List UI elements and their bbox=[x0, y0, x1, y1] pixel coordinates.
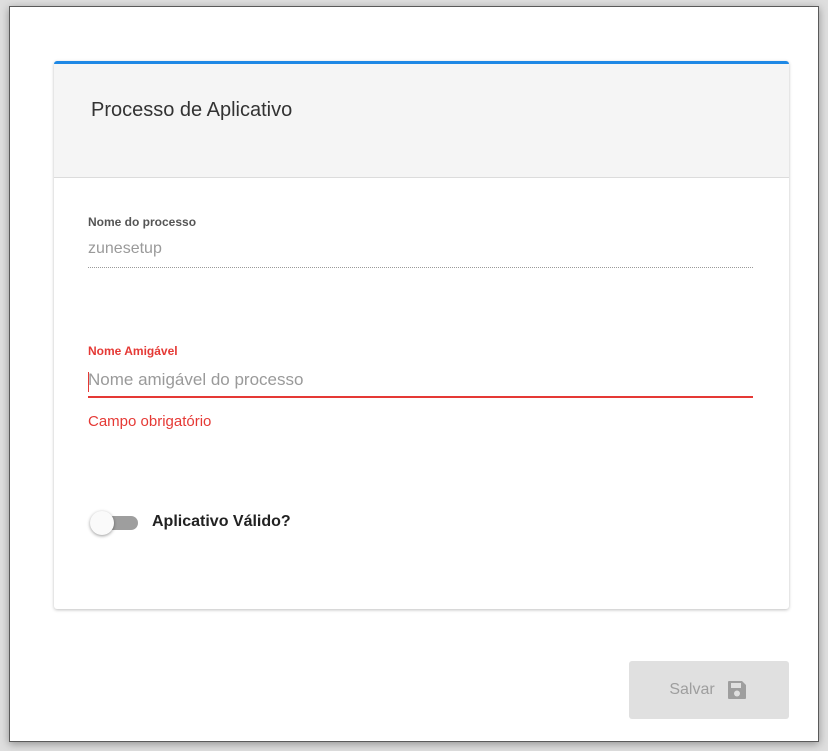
friendly-name-input[interactable] bbox=[88, 368, 753, 398]
card-header: Processo de Aplicativo bbox=[54, 64, 789, 178]
text-caret bbox=[88, 372, 89, 392]
toggle-thumb[interactable] bbox=[90, 511, 114, 535]
friendly-name-label: Nome Amigável bbox=[88, 344, 178, 358]
valid-app-row: Aplicativo Válido? bbox=[90, 508, 291, 536]
process-name-field: Nome do processo zunesetup bbox=[88, 215, 753, 268]
friendly-name-error: Campo obrigatório bbox=[88, 413, 212, 430]
save-button-label: Salvar bbox=[669, 681, 715, 698]
card-title: Processo de Aplicativo bbox=[91, 99, 293, 121]
save-button[interactable]: Salvar bbox=[629, 661, 789, 719]
process-name-value: zunesetup bbox=[88, 240, 753, 268]
valid-app-label: Aplicativo Válido? bbox=[152, 513, 291, 530]
dialog: Processo de Aplicativo Nome do processo … bbox=[9, 6, 819, 742]
floppy-disk-icon bbox=[725, 678, 749, 702]
friendly-name-field: Nome Amigável Campo obrigatório bbox=[88, 344, 753, 430]
valid-app-toggle[interactable] bbox=[90, 509, 140, 535]
process-name-label: Nome do processo bbox=[88, 215, 197, 229]
process-card: Processo de Aplicativo Nome do processo … bbox=[54, 61, 789, 609]
